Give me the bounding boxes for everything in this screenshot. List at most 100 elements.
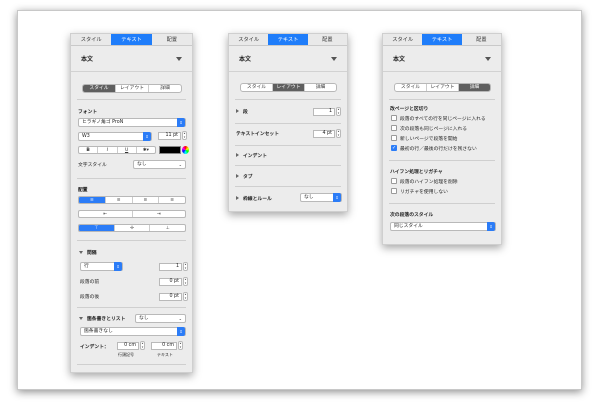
char-style-label: 文字スタイル — [78, 163, 107, 168]
next-style-select[interactable]: 同じスタイル ⇕ — [390, 222, 496, 231]
borders-select[interactable]: なし ⇕ — [300, 193, 342, 202]
subtab-style[interactable]: スタイル — [241, 84, 273, 91]
spacing-unit-select[interactable]: 行 ⇕ — [80, 262, 123, 271]
pagination-header: 改ページと区切り — [390, 107, 429, 112]
align-center-button[interactable]: ≡ — [106, 197, 133, 203]
color-wheel-icon[interactable] — [182, 146, 189, 154]
text-inset-field[interactable]: 4 pt — [313, 130, 335, 138]
paragraph-style-selector[interactable]: 本文 — [229, 46, 347, 72]
disclosure-triangle-icon[interactable] — [79, 251, 83, 254]
subtab-style[interactable]: スタイル — [83, 85, 116, 92]
subtab-layout[interactable]: レイアウト — [273, 84, 305, 91]
page-break-before-checkbox[interactable] — [391, 135, 397, 141]
italic-button[interactable]: I — [98, 147, 118, 153]
align-right-button[interactable]: ≡ — [133, 197, 160, 203]
tab-arrange[interactable]: 配置 — [308, 34, 347, 45]
chevron-updown-icon: ⇕ — [177, 327, 185, 336]
subtab-style[interactable]: スタイル — [395, 84, 427, 91]
vertical-align-buttons: ⊤ ✢ ⊥ — [78, 224, 186, 232]
spacing-value-field[interactable]: 1 — [159, 263, 182, 271]
underline-button[interactable]: U — [118, 147, 137, 153]
chevron-down-icon: ⌄ — [178, 162, 182, 167]
disclosure-triangle-icon[interactable] — [236, 153, 239, 157]
spacing-header: 間隔 — [87, 251, 97, 256]
keep-lines-together-checkbox[interactable] — [391, 115, 397, 121]
disclosure-triangle-icon[interactable] — [79, 317, 83, 320]
tab-style[interactable]: スタイル — [383, 34, 422, 45]
tab-arrange[interactable]: 配置 — [462, 34, 501, 45]
bullet-indent-field[interactable]: 0 cm — [117, 342, 139, 350]
font-weight-select[interactable]: W3 ⇕ — [78, 132, 152, 141]
inspector-tabs: スタイル テキスト 配置 — [71, 34, 192, 46]
font-header: フォント — [78, 110, 98, 115]
divider — [389, 203, 495, 204]
bold-button[interactable]: B — [79, 147, 99, 153]
bullet-indent-stepper[interactable]: ▴ ▾ — [140, 341, 145, 350]
before-field[interactable]: 0 pt — [159, 278, 182, 286]
align-justify-button[interactable]: ≡ — [159, 197, 185, 203]
columns-stepper[interactable]: ▴ ▾ — [336, 107, 341, 116]
tab-style[interactable]: スタイル — [229, 34, 268, 45]
subtab-detail[interactable]: 詳細 — [149, 85, 181, 92]
subtab-detail[interactable]: 詳細 — [305, 84, 336, 91]
font-family-value: ヒラギノ角ゴ ProN — [82, 120, 124, 125]
valign-top-button[interactable]: ⊤ — [79, 225, 115, 231]
text-options-button[interactable]: ✱▾ — [137, 147, 155, 153]
chevron-down-icon — [331, 56, 337, 61]
chevron-updown-icon: ⇕ — [143, 132, 151, 141]
sub-tabs: スタイル レイアウト 詳細 — [394, 83, 491, 92]
paragraph-style-selector[interactable]: 本文 — [71, 46, 192, 72]
subtab-layout[interactable]: レイアウト — [427, 84, 459, 91]
valign-middle-button[interactable]: ✢ — [115, 225, 151, 231]
tab-text[interactable]: テキスト — [111, 34, 152, 45]
next-style-label: 次の段落のスタイル — [390, 213, 434, 218]
paragraph-style-selector[interactable]: 本文 — [383, 46, 501, 72]
divider — [235, 99, 341, 100]
font-family-select[interactable]: ヒラギノ角ゴ ProN ⇕ — [78, 118, 186, 127]
keep-with-next-checkbox[interactable] — [391, 125, 397, 131]
align-left-button[interactable]: ≡ — [79, 197, 106, 203]
valign-bottom-button[interactable]: ⊥ — [150, 225, 185, 231]
remove-hyphenation-label: 段落のハイフン処理を削除 — [400, 180, 458, 185]
spacing-stepper[interactable]: ▴ ▾ — [183, 262, 188, 271]
divider — [77, 307, 186, 308]
chevron-down-icon — [485, 56, 491, 61]
remove-hyphenation-checkbox[interactable] — [391, 178, 397, 184]
after-field[interactable]: 0 pt — [159, 293, 182, 301]
next-style-value: 同じスタイル — [394, 224, 423, 229]
tab-style[interactable]: スタイル — [71, 34, 111, 45]
tab-text[interactable]: テキスト — [422, 34, 462, 45]
before-stepper[interactable]: ▴ ▾ — [183, 277, 188, 286]
tab-text[interactable]: テキスト — [268, 34, 308, 45]
bullets-header: 箇条書きとリスト — [87, 317, 126, 322]
no-ligatures-checkbox[interactable] — [391, 188, 397, 194]
increase-indent-button[interactable]: ⇥ — [133, 211, 186, 217]
chevron-updown-icon: ⇕ — [177, 118, 185, 127]
bullet-type-value: 箇条書きなし — [84, 329, 113, 334]
decrease-indent-button[interactable]: ⇤ — [79, 211, 133, 217]
disclosure-triangle-icon[interactable] — [236, 109, 239, 113]
disclosure-triangle-icon[interactable] — [236, 196, 239, 200]
keep-lines-together-label: 段落のすべての行を同じページに入れる — [400, 117, 486, 122]
text-indent-field[interactable]: 0 cm — [151, 342, 177, 350]
before-label: 段落の前 — [80, 280, 100, 285]
widow-orphan-checkbox[interactable]: ✓ — [391, 145, 397, 151]
alignment-header: 配置 — [78, 188, 88, 193]
text-color-well[interactable] — [159, 146, 181, 154]
disclosure-triangle-icon[interactable] — [236, 174, 239, 178]
subtab-layout[interactable]: レイアウト — [116, 85, 149, 92]
format-panel-detail: スタイル テキスト 配置 本文 スタイル レイアウト 詳細 改ページと区切り 段… — [382, 33, 502, 245]
font-size-field[interactable]: 11 pt — [158, 132, 181, 140]
font-size-stepper[interactable]: ▴ ▾ — [182, 131, 187, 140]
bullet-type-select[interactable]: 箇条書きなし ⇕ — [80, 327, 186, 336]
subtab-detail[interactable]: 詳細 — [459, 84, 490, 91]
inspector-tabs: スタイル テキスト 配置 — [229, 34, 347, 46]
tab-arrange[interactable]: 配置 — [152, 34, 192, 45]
char-style-select[interactable]: なし ⌄ — [133, 160, 186, 169]
indent-buttons: ⇤ ⇥ — [78, 210, 186, 218]
bullets-select[interactable]: なし ⌄ — [135, 314, 186, 323]
text-inset-stepper[interactable]: ▴ ▾ — [336, 129, 341, 138]
after-stepper[interactable]: ▴ ▾ — [183, 292, 188, 301]
text-indent-stepper[interactable]: ▴ ▾ — [178, 341, 183, 350]
columns-field[interactable]: 1 — [313, 108, 335, 116]
